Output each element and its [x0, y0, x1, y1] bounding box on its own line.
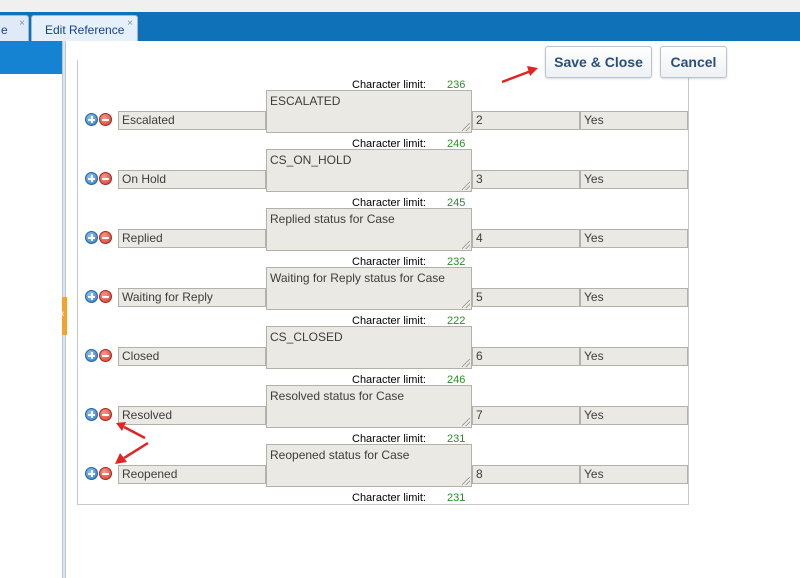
arrow-to-reopened: [123, 441, 149, 460]
arrow-to-save: [501, 69, 532, 84]
edit-reference-window: e × Edit Reference × ‹ Save & Close Canc…: [0, 0, 800, 578]
arrow-to-save-head: [527, 66, 538, 76]
arrow-to-resolved: [123, 425, 146, 440]
annotation-arrows: [115, 66, 538, 464]
